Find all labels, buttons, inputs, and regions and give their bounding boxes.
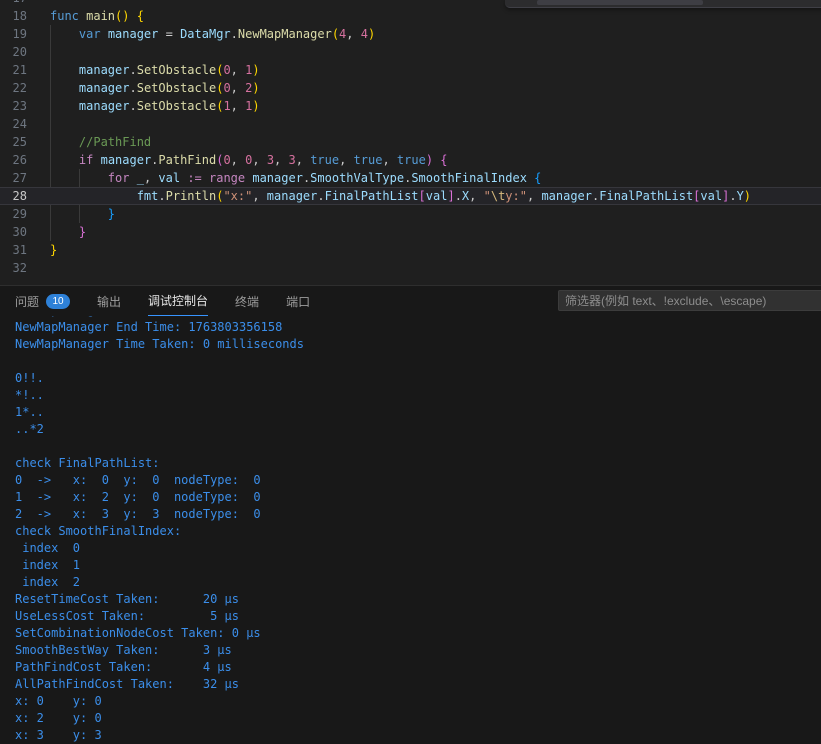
panel-tab-bar: 问题 10 输出 调试控制台 终端 端口 [0,286,821,316]
code-line-text: } [107,207,116,221]
code-line[interactable]: 26 if manager.PathFind(0, 0, 3, 3, true,… [0,151,821,169]
line-number[interactable]: 27 [0,169,27,187]
console-line: check SmoothFinalIndex: [15,524,182,538]
code-line-text: manager.SetObstacle(0, 1) [78,63,260,77]
code-line-text: manager.SetObstacle(1, 1) [78,99,260,113]
tab-terminal[interactable]: 终端 [235,287,259,316]
line-number[interactable]: 32 [0,259,27,277]
code-line-text: var manager = DataMgr.NewMapManager(4, 4… [78,27,376,41]
tab-label: 终端 [235,294,260,309]
console-line: x: 2 y: 0 [15,711,102,725]
tab-label: 调试控制台 [148,294,209,308]
line-number[interactable]: 28 [0,187,27,205]
bottom-panel: 问题 10 输出 调试控制台 终端 端口 NewMapManager Start Time… [0,285,821,744]
console-line: x: 0 y: 0 [15,694,102,708]
code-line[interactable]: 30 } [0,223,821,241]
code-line-text: manager.SetObstacle(0, 2) [78,81,260,95]
console-line: index 0 [15,541,81,555]
line-number[interactable]: 18 [0,7,27,25]
tab-debug-console[interactable]: 调试控制台 [148,286,209,316]
tab-ports[interactable]: 端口 [286,287,310,316]
line-number[interactable]: 17 [0,0,27,7]
code-line[interactable]: 27 for _, val := range manager.SmoothVal… [0,169,821,187]
code-editor[interactable]: 1718 func main() { 19 var manager = DataMg… [0,0,821,285]
console-line: 2 -> x: 3 y: 3 nodeType: 0 [15,507,261,521]
code-line[interactable]: 24 [0,115,821,133]
code-line[interactable]: 17 [0,0,821,7]
console-line: 0 -> x: 0 y: 0 nodeType: 0 [15,473,261,487]
console-line: ResetTimeCost Taken: 20 µs [15,592,239,606]
console-line: NewMapManager End Time: 1763803356158 [15,320,283,334]
problems-count-badge: 10 [46,293,71,309]
code-line[interactable]: 23 manager.SetObstacle(1, 1) [0,97,821,115]
console-line: UseLessCost Taken: 5 µs [15,609,239,623]
code-line-text: //PathFind [78,135,152,149]
line-number[interactable]: 19 [0,25,27,43]
tab-label: 问题 [15,294,40,309]
console-line: SmoothBestWay Taken: 3 µs [15,643,232,657]
line-number[interactable]: 23 [0,97,27,115]
line-number[interactable]: 24 [0,115,27,133]
line-number[interactable]: 30 [0,223,27,241]
tab-problems[interactable]: 问题 10 [15,287,71,316]
code-line[interactable]: 31} [0,241,821,259]
tab-label: 输出 [97,294,122,309]
console-line: ..*2 [15,422,44,436]
console-filter-input[interactable] [558,290,821,311]
line-number[interactable]: 20 [0,43,27,61]
console-line: x: 3 y: 3 [15,728,102,742]
console-line: 1 -> x: 2 y: 0 nodeType: 0 [15,490,261,504]
line-number[interactable]: 22 [0,79,27,97]
line-number[interactable]: 21 [0,61,27,79]
code-line-text: func main() { [50,9,144,23]
code-line[interactable]: 29 } [0,205,821,223]
code-line-text: if manager.PathFind(0, 0, 3, 3, true, tr… [78,153,448,167]
code-line[interactable]: 28 fmt.Println("x:", manager.FinalPathLi… [0,187,821,205]
console-line: 1*.. [15,405,44,419]
line-number[interactable]: 29 [0,205,27,223]
console-line: PathFindCost Taken: 4 µs [15,660,232,674]
code-line-text: fmt.Println("x:", manager.FinalPathList[… [136,189,752,203]
debug-console-output[interactable]: NewMapManager Start Time: 1763803356158N… [0,316,821,744]
code-line[interactable]: 19 var manager = DataMgr.NewMapManager(4… [0,25,821,43]
vscode-window: 1718 func main() { 19 var manager = DataMg… [0,0,821,744]
console-line: SetCombinationNodeCost Taken: 0 µs [15,626,261,640]
tab-label: 端口 [286,294,311,309]
console-line: AllPathFindCost Taken: 32 µs [15,677,239,691]
code-line[interactable]: 25 //PathFind [0,133,821,151]
code-line[interactable]: 22 manager.SetObstacle(0, 2) [0,79,821,97]
debug-console-lines: NewMapManager Start Time: 1763803356158N… [0,316,821,744]
line-number[interactable]: 26 [0,151,27,169]
code-line-text: } [50,243,58,257]
console-line: index 2 [15,575,81,589]
console-line: check FinalPathList: [15,456,160,470]
code-line[interactable]: 32 [0,259,821,277]
code-line[interactable]: 21 manager.SetObstacle(0, 1) [0,61,821,79]
code-line-text: for _, val := range manager.SmoothValTyp… [107,171,542,185]
line-number[interactable]: 25 [0,133,27,151]
console-line: NewMapManager Time Taken: 0 milliseconds [15,337,304,351]
line-number[interactable]: 31 [0,241,27,259]
code-lines: 1718 func main() { 19 var manager = DataMg… [0,0,821,277]
code-line-text: } [78,225,87,239]
console-line: 0!!. [15,371,44,385]
tab-output[interactable]: 输出 [97,287,121,316]
console-line: index 1 [15,558,81,572]
code-line[interactable]: 20 [0,43,821,61]
console-line: *!.. [15,388,44,402]
code-line[interactable]: 18 func main() { [0,7,821,25]
